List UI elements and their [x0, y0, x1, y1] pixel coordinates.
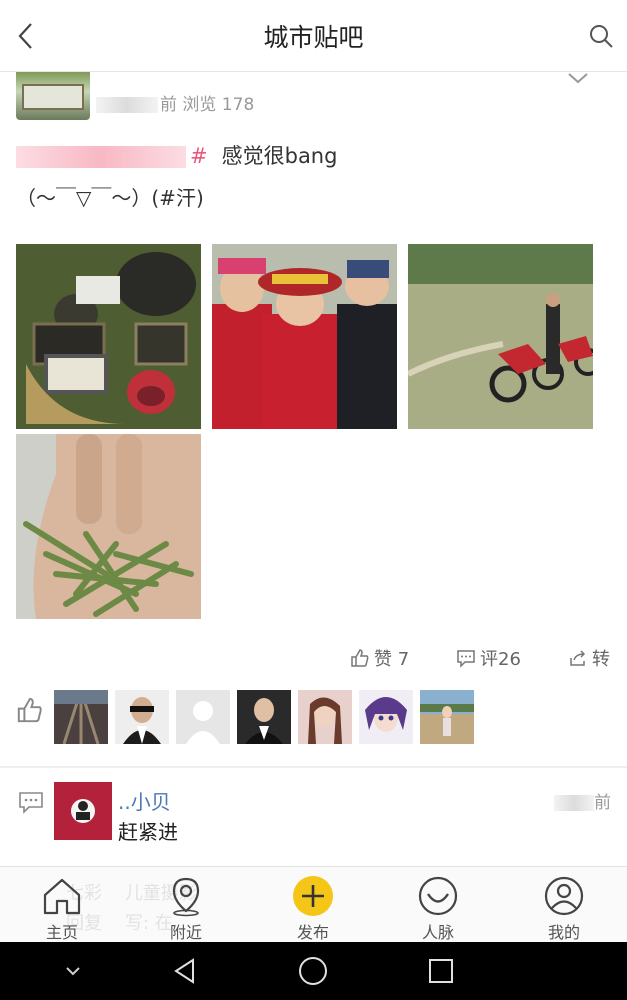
- square-recents-icon: [429, 959, 453, 983]
- tab-home[interactable]: 主页: [17, 873, 107, 942]
- liker-avatar[interactable]: [359, 690, 413, 744]
- chevron-down-icon: [568, 73, 588, 84]
- comment-icon: [457, 650, 475, 668]
- liker-avatar[interactable]: [420, 690, 474, 744]
- comment-section-icon: [18, 790, 44, 818]
- like-action[interactable]: 赞 7: [350, 644, 409, 672]
- commenter-name[interactable]: ..小贝: [118, 786, 171, 815]
- circle-home-icon: [299, 957, 327, 985]
- photo-girls[interactable]: [212, 244, 397, 429]
- liker-avatar[interactable]: [115, 690, 169, 744]
- author-avatar[interactable]: [16, 72, 90, 120]
- like-count: 赞 7: [374, 649, 410, 670]
- user-circle-icon: [544, 876, 584, 916]
- post-title-text: 感觉很bang: [221, 144, 338, 168]
- tab-nearby-label: 附近: [169, 923, 202, 942]
- triangle-back-icon: [174, 958, 194, 984]
- share-label: 转: [592, 649, 610, 670]
- comment-count: 评26: [480, 649, 521, 670]
- top-bar: 城市贴吧: [0, 0, 627, 72]
- post-title: # 感觉很bang: [16, 140, 337, 170]
- tab-network[interactable]: 人脉: [393, 873, 483, 942]
- search-button[interactable]: [583, 18, 619, 54]
- comment-time-suffix: 前: [594, 793, 611, 813]
- tab-nearby[interactable]: 附近: [141, 873, 231, 942]
- nav-home-button[interactable]: [283, 942, 343, 1000]
- post-time-suffix: 前: [160, 95, 177, 115]
- liker-avatar[interactable]: [298, 690, 352, 744]
- tab-network-label: 人脉: [421, 923, 454, 942]
- section-divider: [0, 766, 627, 768]
- redacted-time: [554, 795, 594, 811]
- thumbs-up-icon: [351, 649, 369, 667]
- nav-recents-button[interactable]: [411, 942, 471, 1000]
- nav-back-button[interactable]: [155, 942, 215, 1000]
- comment-action[interactable]: 评26: [456, 644, 521, 672]
- photo-motorbikes[interactable]: [408, 244, 593, 429]
- like-list-icon: [16, 696, 44, 728]
- liker-avatar[interactable]: [176, 690, 230, 744]
- tab-me[interactable]: 我的: [519, 873, 609, 942]
- comment-icon: [19, 792, 43, 814]
- photo-grid: [16, 244, 596, 620]
- likers-row: [0, 688, 627, 746]
- bottom-tab-bar: 七彩 儿童摄影 回复 写: 在 主页 附近 发布 人脉 我的: [0, 866, 627, 942]
- photo-tea-tray[interactable]: [16, 244, 201, 429]
- comment-time: 前: [554, 788, 611, 813]
- plus-circle-icon: [293, 876, 333, 916]
- system-nav-bar: [0, 942, 627, 1000]
- commenter-avatar[interactable]: [54, 782, 112, 840]
- more-button[interactable]: [567, 70, 589, 89]
- liker-avatar[interactable]: [54, 690, 108, 744]
- tab-post-label: 发布: [296, 923, 329, 942]
- post-views: 浏览 178: [182, 95, 255, 115]
- post-header: 前 浏览 178: [16, 72, 611, 124]
- post-meta: 前 浏览 178: [96, 90, 254, 115]
- redacted-time: [96, 97, 158, 113]
- tab-me-label: 我的: [547, 923, 580, 942]
- hide-nav-button[interactable]: [43, 942, 103, 1000]
- location-pin-icon: [172, 877, 200, 917]
- thumbs-up-icon: [17, 697, 42, 723]
- share-icon: [570, 650, 586, 666]
- comment-item[interactable]: ..小贝 赶紧进 前: [0, 778, 627, 858]
- search-icon: [590, 25, 613, 48]
- smile-circle-icon: [418, 876, 458, 916]
- tab-post[interactable]: 发布: [268, 873, 358, 942]
- page-title: 城市贴吧: [263, 23, 364, 52]
- comment-text: 赶紧进: [118, 820, 178, 844]
- photo-tea-leaves[interactable]: [16, 434, 201, 619]
- post-body: （～￣▽￣～）(#汗): [16, 186, 204, 210]
- chevron-down-icon: [66, 967, 80, 976]
- liker-avatar[interactable]: [237, 690, 291, 744]
- share-action[interactable]: 转: [568, 644, 610, 672]
- tab-home-label: 主页: [45, 923, 78, 942]
- home-icon: [43, 878, 81, 915]
- redacted-topic-tag[interactable]: [16, 146, 186, 168]
- topic-tag-end: #: [190, 144, 208, 168]
